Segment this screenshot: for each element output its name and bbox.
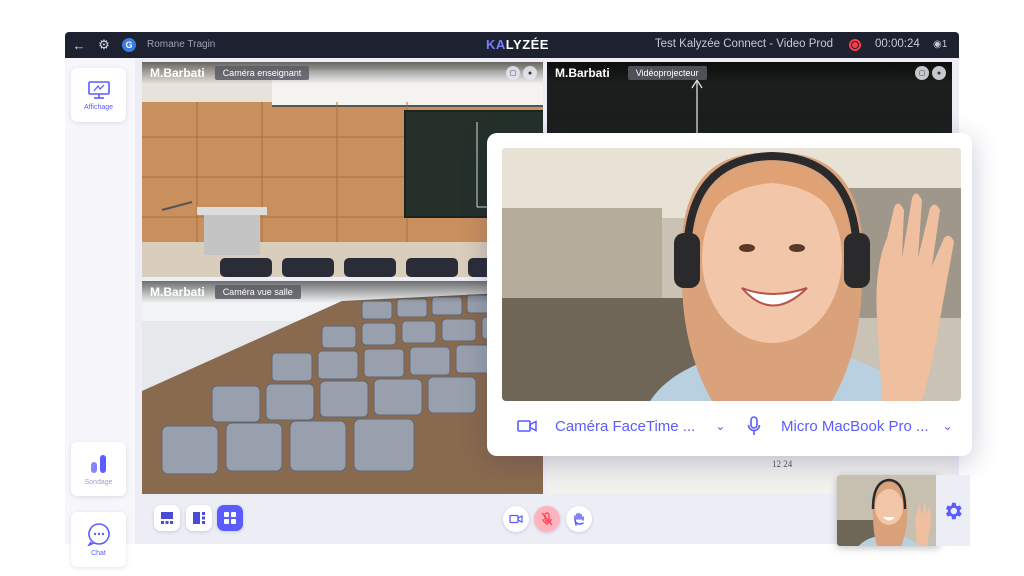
back-arrow-icon[interactable]: ← [71, 37, 87, 53]
video-tile-camera-vue-salle[interactable]: M.Barbati Caméra vue salle [142, 281, 543, 494]
sidebar-item-label: Chat [91, 550, 106, 557]
mic-icon[interactable]: ● [523, 66, 537, 80]
layout-rows-button[interactable] [154, 505, 180, 531]
device-settings-popup: Caméra FaceTime ... ⌄ Micro MacBook Pro … [487, 133, 972, 456]
viewer-count: ◉1 [933, 39, 948, 50]
kalyzee-logo: KALYZÉE [486, 37, 549, 52]
source-label: Vidéoprojecteur [627, 66, 707, 80]
mic-toggle-button[interactable] [534, 506, 560, 532]
video-tile-camera-enseignant[interactable]: M.Barbati Caméra enseignant ▢ ● [142, 62, 543, 277]
layout-grid-icon [224, 512, 236, 524]
mic-icon[interactable]: ● [932, 66, 946, 80]
self-view-image [837, 475, 940, 546]
source-label: Caméra enseignant [214, 66, 310, 80]
participant-name: M.Barbati [150, 66, 205, 80]
self-view-thumbnail[interactable] [837, 475, 940, 546]
raise-hand-button[interactable] [566, 506, 592, 532]
camera-icon[interactable]: ▢ [915, 66, 929, 80]
record-icon[interactable] [849, 39, 861, 51]
camera-icon [517, 420, 537, 432]
layout-split-icon [193, 512, 205, 524]
source-label: Caméra vue salle [214, 285, 301, 299]
gear-icon[interactable]: ⚙ [96, 37, 112, 53]
eye-icon: ◉ [933, 39, 942, 50]
sidebar-item-label: Affichage [83, 103, 114, 111]
tile-icons: ▢ ● [506, 66, 537, 80]
microphone-select[interactable]: Micro MacBook Pro ... ⌄ [747, 411, 953, 441]
top-bar: ← ⚙ G Romane Tragin KALYZÉE Test Kalyzée… [65, 32, 959, 58]
lecture-hall-seats-image [142, 281, 543, 494]
avatar[interactable]: G [122, 38, 136, 52]
sidebar-item-affichage[interactable]: Affichage [71, 68, 126, 122]
gear-icon [945, 502, 962, 519]
sidebar-item-label: Sondage [84, 478, 113, 486]
camera-select-value: Caméra FaceTime ... [555, 417, 696, 435]
layout-grid-button[interactable] [217, 505, 243, 531]
camera-preview-image [502, 148, 961, 401]
bar-chart-icon [90, 454, 106, 473]
chevron-down-icon[interactable]: ⌄ [943, 419, 953, 433]
tile-header: M.Barbati Vidéoprojecteur [547, 62, 952, 84]
layout-rows-icon [161, 512, 173, 524]
camera-preview [502, 148, 961, 401]
tile-header: M.Barbati Caméra enseignant [142, 62, 543, 84]
chat-bubble-icon [86, 523, 110, 546]
session-title: Test Kalyzée Connect - Video Prod [654, 38, 833, 50]
camera-select[interactable]: Caméra FaceTime ... ⌄ [517, 411, 725, 441]
tile-icons: ▢ ● [915, 66, 946, 80]
sidebar-item-sondage[interactable]: Sondage [71, 442, 126, 496]
sidebar: Affichage Sondage Chat [65, 58, 135, 567]
microphone-select-value: Micro MacBook Pro ... [781, 417, 929, 435]
svg-text:12 24: 12 24 [772, 459, 793, 469]
camera-icon[interactable]: ▢ [506, 66, 520, 80]
tile-header: M.Barbati Caméra vue salle [142, 281, 543, 303]
user-name: Romane Tragin [147, 39, 216, 50]
microphone-icon [747, 416, 761, 435]
layout-split-button[interactable] [186, 505, 212, 531]
recording-timer: 00:00:24 [875, 38, 920, 50]
chevron-down-icon[interactable]: ⌄ [715, 419, 725, 433]
raise-hand-icon [574, 512, 584, 526]
self-view-settings-button[interactable] [936, 475, 970, 546]
monitor-icon [87, 80, 110, 99]
mic-muted-icon [541, 512, 553, 526]
camera-toggle-button[interactable] [503, 506, 529, 532]
sidebar-item-chat[interactable]: Chat [71, 512, 126, 567]
participant-name: M.Barbati [555, 66, 610, 80]
classroom-front-image [142, 62, 543, 277]
participant-name: M.Barbati [150, 285, 205, 299]
camera-icon [509, 514, 523, 524]
